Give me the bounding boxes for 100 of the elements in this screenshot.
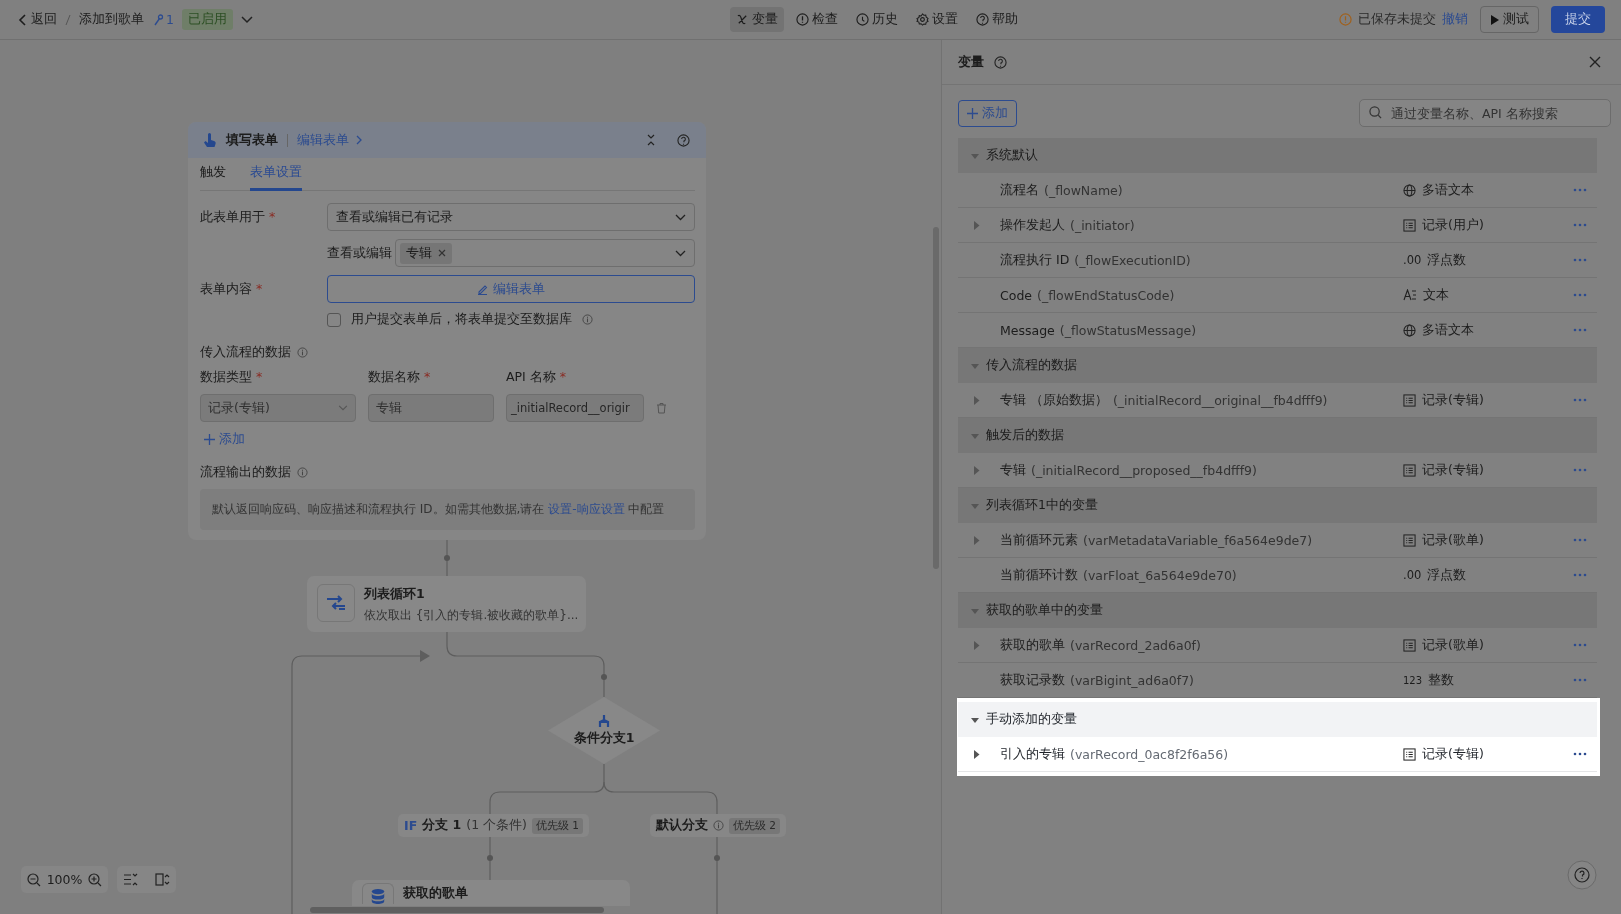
variable-type: 记录(专辑) bbox=[1422, 745, 1484, 763]
required-mark: * bbox=[269, 208, 276, 226]
zoom-in-icon[interactable] bbox=[88, 872, 102, 887]
dropdown-caret-icon[interactable] bbox=[240, 15, 253, 24]
variable-type: 记录(专辑) bbox=[1422, 461, 1484, 479]
add-button[interactable]: 添加 bbox=[958, 99, 1017, 127]
variable-name: Message bbox=[1000, 322, 1055, 338]
submit-button[interactable]: 提交 bbox=[1551, 6, 1605, 33]
variable-name: 流程执行 ID bbox=[1000, 251, 1070, 269]
api-name: (varRecord_2ad6a0f) bbox=[1070, 637, 1202, 653]
tab[interactable]: 表单设置 bbox=[250, 164, 302, 191]
variable-name: Code bbox=[1000, 287, 1032, 303]
clock-icon bbox=[855, 13, 869, 26]
checkbox[interactable] bbox=[327, 312, 341, 327]
toolbar-button[interactable]: 帮助 bbox=[969, 7, 1024, 32]
toolbar-button[interactable]: 变量 bbox=[729, 7, 784, 32]
group-header[interactable]: 列表循环1中的变量 bbox=[958, 488, 1597, 523]
variable-name: 流程名 bbox=[1000, 181, 1039, 199]
type-glyph: .00 bbox=[1403, 253, 1422, 267]
close-icon[interactable] bbox=[1589, 56, 1601, 68]
toolbar-button[interactable]: 历史 bbox=[849, 7, 904, 32]
collapse-all-icon[interactable] bbox=[123, 873, 138, 886]
section-title: 流程输出的数据 bbox=[200, 464, 291, 481]
column-label: API 名称 bbox=[506, 369, 556, 386]
variable-row[interactable]: 引入的专辑 (varRecord_0ac8f2f6a56) 记录(专辑) bbox=[958, 737, 1597, 772]
connector-dot bbox=[714, 855, 720, 861]
database-icon bbox=[362, 882, 394, 904]
variable-row[interactable]: 流程执行 ID (_flowExecutionID) .00 浮点数 bbox=[958, 243, 1597, 278]
chevron-down-icon bbox=[338, 405, 348, 411]
type-glyph: 123 bbox=[1403, 674, 1423, 686]
column-label: 数据类型 bbox=[200, 369, 252, 386]
variable-type: 浮点数 bbox=[1427, 251, 1467, 269]
group-title: 手动添加的变量 bbox=[986, 711, 1077, 728]
branch-icon bbox=[597, 714, 611, 728]
loop-icon bbox=[317, 584, 355, 622]
more-icon[interactable] bbox=[1573, 752, 1587, 756]
group-header[interactable]: 手动添加的变量 bbox=[958, 702, 1597, 737]
api-name: (_initialRecord__proposed__fb4dfff9) bbox=[1031, 462, 1258, 478]
branch-label[interactable]: 默认分支 优先级 2 bbox=[650, 814, 787, 837]
checkbox-label: 用户提交表单后，将表单提交至数据库 bbox=[351, 311, 572, 328]
condition-node[interactable]: 条件分支1 bbox=[548, 697, 660, 764]
fit-view-icon[interactable] bbox=[155, 873, 170, 886]
caret-icon[interactable] bbox=[973, 749, 980, 759]
api-name: (varRecord_0ac8f2f6a56) bbox=[1070, 746, 1230, 762]
variable-name: 专辑 （原始数据） bbox=[1000, 391, 1108, 409]
help-icon[interactable] bbox=[1567, 860, 1597, 890]
type-glyph: .00 bbox=[1403, 568, 1422, 582]
toolbar-button[interactable]: 设置 bbox=[909, 7, 964, 32]
back-button[interactable]: 返回 bbox=[18, 11, 57, 28]
help-icon[interactable] bbox=[677, 133, 690, 147]
variable-type: 记录(用户) bbox=[1422, 216, 1484, 234]
group-header[interactable]: 获取的歌单中的变量 bbox=[958, 593, 1597, 628]
warning-icon bbox=[1339, 13, 1352, 26]
data-name-field: 专辑 bbox=[368, 394, 494, 422]
variable-row[interactable]: 流程名 (_flowName) 多语文本 bbox=[958, 173, 1597, 208]
search-field[interactable]: 通过变量名称、API 名称搜索 bbox=[1359, 99, 1611, 127]
breadcrumb-separator-icon bbox=[65, 13, 71, 26]
variable-name: 获取的歌单 bbox=[1000, 636, 1065, 654]
help-icon[interactable] bbox=[994, 55, 1007, 69]
required-mark: * bbox=[256, 369, 263, 386]
api-name-field: _initialRecord__origir bbox=[506, 394, 644, 422]
test-button[interactable]: 测试 bbox=[1480, 6, 1539, 33]
group-header[interactable]: 传入流程的数据 bbox=[958, 348, 1597, 383]
help-icon bbox=[975, 13, 989, 26]
purpose-select[interactable]: 查看或编辑已有记录 bbox=[327, 203, 695, 231]
fetch-node[interactable]: 获取的歌单 bbox=[352, 880, 630, 906]
chevron-down-icon bbox=[675, 249, 686, 257]
record-select[interactable]: 专辑 bbox=[395, 239, 695, 267]
variable-row[interactable]: Code (_flowEndStatusCode) 文本 bbox=[958, 278, 1597, 313]
api-name: (_flowEndStatusCode) bbox=[1037, 287, 1176, 303]
add-link[interactable]: 添加 bbox=[204, 431, 245, 448]
variable-type: 浮点数 bbox=[1427, 566, 1467, 584]
chevron-down-icon bbox=[675, 213, 686, 221]
api-name: (_flowName) bbox=[1044, 182, 1124, 198]
edit-form-button[interactable]: 编辑表单 bbox=[327, 275, 695, 303]
required-mark: * bbox=[559, 369, 566, 386]
branch-name: 默认分支 bbox=[656, 817, 708, 834]
branch-label[interactable]: IF 分支 1 (1 个条件) 优先级 1 bbox=[398, 814, 589, 837]
trash-icon[interactable] bbox=[656, 402, 667, 414]
list-icon bbox=[1403, 393, 1416, 407]
api-name: (_flowExecutionID) bbox=[1074, 252, 1192, 268]
play-icon bbox=[1490, 14, 1499, 25]
connector-dot bbox=[444, 555, 450, 561]
loop-node[interactable]: 列表循环1 依次取出 {引入的专辑.被收藏的歌单}... bbox=[307, 576, 586, 632]
section-title: 传入流程的数据 bbox=[200, 344, 291, 361]
api-name: (_initialRecord__original__fb4dfff9) bbox=[1113, 392, 1329, 408]
tab[interactable]: 触发 bbox=[200, 164, 226, 191]
zoom-out-icon[interactable] bbox=[27, 872, 41, 887]
close-icon[interactable] bbox=[438, 249, 446, 257]
toolbar-button[interactable]: 检查 bbox=[789, 7, 844, 32]
scrollbar-thumb[interactable] bbox=[310, 907, 604, 913]
list-icon bbox=[1403, 747, 1416, 761]
list-icon bbox=[1403, 638, 1416, 652]
collapse-icon[interactable] bbox=[646, 134, 656, 146]
group-title: 获取的歌单中的变量 bbox=[986, 602, 1103, 619]
selected-tag: 专辑 bbox=[400, 242, 452, 264]
pencil-icon bbox=[477, 283, 488, 295]
group-header[interactable]: 系统默认 bbox=[958, 138, 1597, 173]
group-header[interactable]: 触发后的数据 bbox=[958, 418, 1597, 453]
node-title: 条件分支1 bbox=[573, 730, 635, 747]
